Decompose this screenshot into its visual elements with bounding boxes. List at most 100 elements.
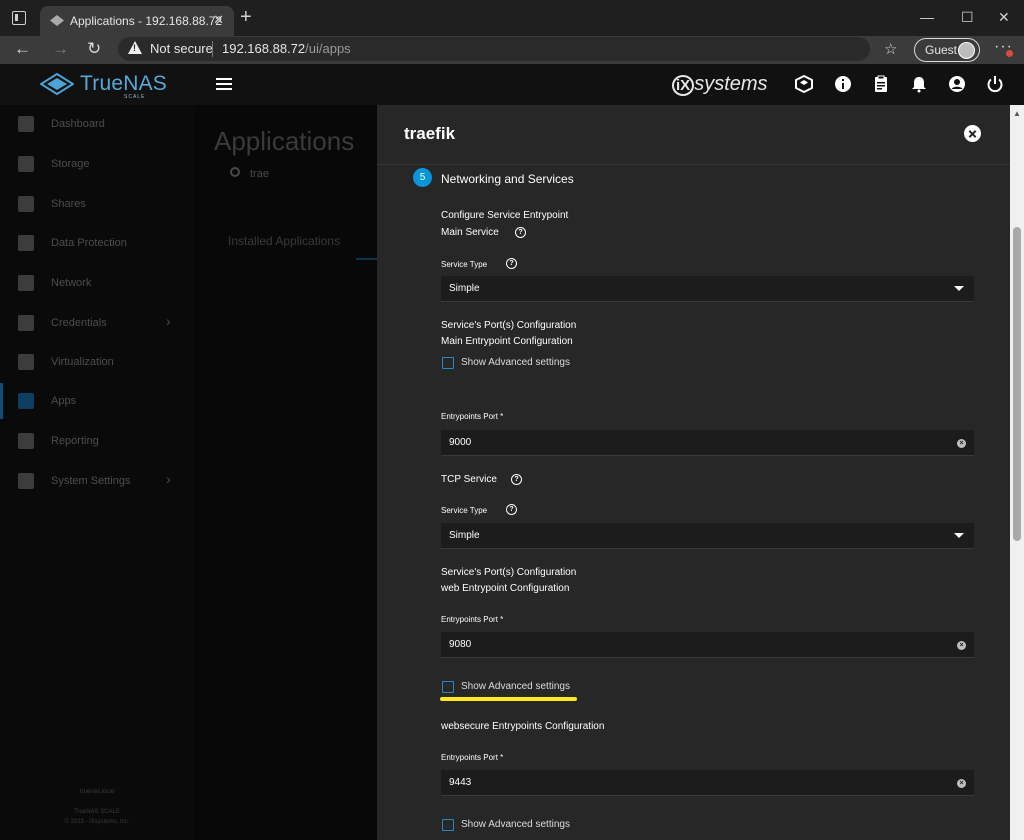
sidebar-item-network[interactable]: Network <box>0 265 194 301</box>
show-advanced-label[interactable]: Show Advanced settings <box>461 681 570 692</box>
step-number-badge: 5 <box>413 168 432 187</box>
main-service-type-select[interactable]: Simple <box>441 276 974 302</box>
websecure-config-label: websecure Entrypoints Configuration <box>441 721 605 732</box>
sidebar-item-label: Credentials <box>51 317 107 329</box>
scroll-up-arrow[interactable]: ▲ <box>1013 109 1021 118</box>
favorites-icon[interactable]: ☆ <box>884 40 897 58</box>
sidebar-item-apps[interactable]: Apps <box>0 383 194 419</box>
power-icon[interactable] <box>986 75 1004 93</box>
input-value: 9443 <box>449 777 472 788</box>
truecommand-icon[interactable] <box>795 75 813 93</box>
network-icon <box>18 275 34 291</box>
section-title: Networking and Services <box>441 172 574 186</box>
web-show-advanced-checkbox[interactable] <box>442 681 454 693</box>
close-window-button[interactable]: ✕ <box>998 9 1010 26</box>
help-icon[interactable]: ? <box>515 227 526 238</box>
truenas-logo-icon[interactable] <box>40 73 74 95</box>
clear-icon[interactable]: × <box>957 641 966 650</box>
sidebar-item-system-settings[interactable]: System Settings › <box>0 463 194 499</box>
sidebar-item-label: Storage <box>51 158 90 170</box>
sidebar-item-label: System Settings <box>51 475 131 487</box>
gear-icon <box>18 473 34 489</box>
main-show-advanced-checkbox[interactable] <box>442 357 454 369</box>
logo-text[interactable]: TrueNAS <box>80 72 167 96</box>
close-icon[interactable] <box>964 125 981 142</box>
show-advanced-label[interactable]: Show Advanced settings <box>461 819 570 830</box>
ports-config-label: Service's Port(s) Configuration <box>441 567 577 578</box>
show-advanced-label[interactable]: Show Advanced settings <box>461 357 570 368</box>
avatar <box>958 42 975 59</box>
configure-service-entrypoint-label: Configure Service Entrypoint <box>441 210 569 221</box>
panel-title: traefik <box>404 124 456 143</box>
guest-label: Guest <box>925 43 958 57</box>
chevron-down-icon <box>954 533 964 538</box>
maximize-button[interactable]: ☐ <box>961 9 974 26</box>
address-bar[interactable]: Not secure 192.168.88.72/ui/apps <box>118 37 870 61</box>
main-entrypoints-port-input[interactable]: 9000 × <box>441 430 974 456</box>
input-value: 9000 <box>449 437 472 448</box>
sidebar-item-label: Data Protection <box>51 237 127 249</box>
help-icon[interactable]: ? <box>511 474 522 485</box>
sidebar-item-label: Network <box>51 277 92 289</box>
tab-actions-icon[interactable] <box>12 11 26 25</box>
warning-icon[interactable] <box>128 41 142 54</box>
main-entrypoint-config-label: Main Entrypoint Configuration <box>441 336 573 347</box>
panel-scrollbar[interactable]: ▲ <box>1010 105 1024 840</box>
shares-icon <box>18 196 34 212</box>
back-button[interactable]: ← <box>14 39 31 59</box>
sidebar-item-label: Dashboard <box>51 118 105 130</box>
search-input[interactable]: trae <box>250 168 269 180</box>
tab-installed-applications[interactable]: Installed Applications <box>228 234 340 248</box>
url-text[interactable]: 192.168.88.72/ui/apps <box>222 41 351 56</box>
reload-button[interactable]: ↻ <box>87 39 101 59</box>
ixsystems-logo[interactable]: iX systems <box>672 73 768 96</box>
ports-config-label: Service's Port(s) Configuration <box>441 320 577 331</box>
entrypoints-port-label: Entrypoints Port * <box>441 615 504 624</box>
service-type-label: Service Type <box>441 506 488 515</box>
help-icon[interactable]: ? <box>506 504 517 515</box>
page-title: Applications <box>214 126 355 156</box>
websecure-entrypoints-port-input[interactable]: 9443 × <box>441 770 974 796</box>
info-icon[interactable] <box>834 75 852 93</box>
sidebar-item-reporting[interactable]: Reporting <box>0 423 194 459</box>
chevron-right-icon: › <box>166 471 171 487</box>
forward-button[interactable]: → <box>52 39 69 59</box>
sidebar-item-shares[interactable]: Shares <box>0 186 194 222</box>
account-icon[interactable] <box>948 75 966 93</box>
search-icon <box>230 167 240 177</box>
sidebar-item-storage[interactable]: Storage <box>0 146 194 182</box>
tab-close-icon[interactable]: ✕ <box>213 12 224 28</box>
truenas-favicon-icon <box>50 15 64 26</box>
sidebar-item-credentials[interactable]: Credentials › <box>0 305 194 341</box>
footer-product: TrueNAS SCALE <box>74 809 120 815</box>
minimize-button[interactable]: — <box>920 9 934 25</box>
not-secure-label[interactable]: Not secure <box>150 41 213 56</box>
tcp-service-type-select[interactable]: Simple <box>441 523 974 549</box>
bell-icon[interactable] <box>910 75 928 93</box>
browser-tab-applications[interactable]: Applications - 192.168.88.72 ✕ <box>40 6 234 36</box>
main-service-label: Main Service <box>441 227 499 238</box>
websecure-show-advanced-checkbox[interactable] <box>442 819 454 831</box>
notification-badge <box>1006 50 1013 57</box>
help-icon[interactable]: ? <box>506 258 517 269</box>
app-header: TrueNAS SCALE iX systems <box>0 64 1024 105</box>
sidebar-item-virtualization[interactable]: Virtualization <box>0 344 194 380</box>
sidebar-item-label: Apps <box>51 395 77 407</box>
address-divider <box>212 41 213 57</box>
clear-icon[interactable]: × <box>957 779 966 788</box>
reporting-icon <box>18 433 34 449</box>
scrollbar-thumb[interactable] <box>1013 227 1021 541</box>
footer-hostname: truenas.local <box>79 789 115 795</box>
web-entrypoints-port-input[interactable]: 9080 × <box>441 632 974 658</box>
new-tab-button[interactable]: + <box>240 7 252 27</box>
browser-tab-bar: Applications - 192.168.88.72 ✕ + — ☐ ✕ <box>0 0 1024 36</box>
clipboard-icon[interactable] <box>872 75 890 93</box>
guest-profile-button[interactable]: Guest <box>914 38 980 62</box>
shield-icon <box>18 235 34 251</box>
menu-toggle-icon[interactable] <box>216 78 232 90</box>
chevron-right-icon: › <box>166 313 171 329</box>
sidebar-item-data-protection[interactable]: Data Protection <box>0 225 194 261</box>
sidebar-item-label: Virtualization <box>51 356 114 368</box>
sidebar-item-dashboard[interactable]: Dashboard <box>0 106 194 142</box>
clear-icon[interactable]: × <box>957 439 966 448</box>
